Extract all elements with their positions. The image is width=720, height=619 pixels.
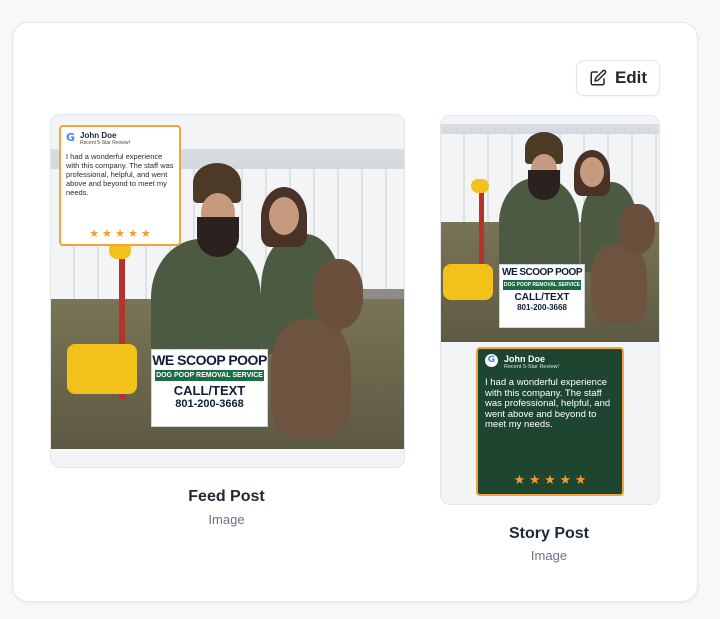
feed-post-type: Image bbox=[208, 512, 245, 527]
review-card: G John Doe Recent 5-Star Review! I had a… bbox=[476, 347, 624, 496]
business-sign: WE SCOOP POOP DOG POOP REMOVAL SERVICE C… bbox=[151, 349, 268, 427]
star-rating: ★ ★ ★ ★ ★ bbox=[89, 228, 151, 240]
feed-post-preview[interactable]: WE SCOOP POOP DOG POOP REMOVAL SERVICE C… bbox=[50, 114, 405, 468]
business-sign: WE SCOOP POOP DOG POOP REMOVAL SERVICE C… bbox=[499, 264, 585, 328]
edit-button-label: Edit bbox=[614, 68, 648, 87]
feed-post-title: Feed Post bbox=[188, 488, 265, 505]
star-rating: ★ ★ ★ ★ ★ bbox=[513, 472, 587, 487]
edit-button[interactable]: Edit bbox=[576, 60, 660, 96]
story-post-image: WE SCOOP POOP DOG POOP REMOVAL SERVICE C… bbox=[441, 124, 659, 342]
story-post-title: Story Post bbox=[508, 525, 589, 542]
story-post-preview[interactable]: WE SCOOP POOP DOG POOP REMOVAL SERVICE C… bbox=[440, 115, 660, 505]
review-card: G John Doe Recent 5-Star Review! I had a… bbox=[59, 125, 181, 246]
review-text: I had a wonderful experience with this c… bbox=[66, 152, 174, 197]
story-post-type: Image bbox=[530, 548, 568, 563]
post-preview-card: Edit WE SCOOP POOP DOG POOP REMOVAL SERV… bbox=[12, 22, 698, 602]
pencil-square-icon bbox=[590, 69, 607, 86]
google-icon: G bbox=[485, 354, 498, 367]
google-icon: G bbox=[66, 131, 76, 144]
review-text: I had a wonderful experience with this c… bbox=[485, 377, 611, 430]
